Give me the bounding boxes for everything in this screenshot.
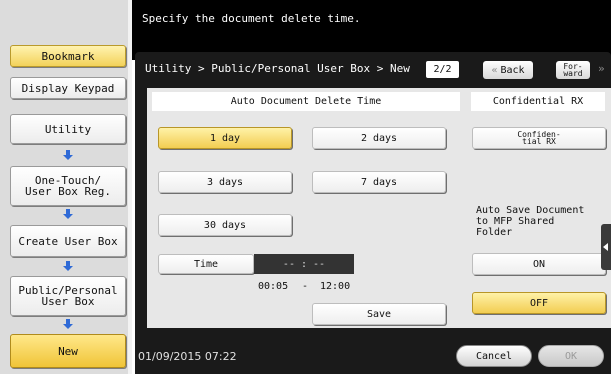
time-button[interactable]: Time — [158, 254, 254, 274]
auto-save-description: Auto Save Document to MFP Shared Folder — [476, 205, 585, 238]
message-bar: Specify the document delete time. — [132, 0, 611, 60]
back-label: Back — [500, 64, 525, 76]
datetime-display: 01/09/2015 07:22 — [138, 350, 237, 363]
step-create-user-box[interactable]: Create User Box — [10, 225, 126, 257]
option-7-days[interactable]: 7 days — [312, 171, 446, 193]
confidential-rx-title: Confidential RX — [471, 92, 605, 111]
forward-label: For- ward — [563, 62, 583, 78]
flow-arrow-icon — [63, 209, 73, 219]
step-new[interactable]: New — [10, 334, 126, 368]
side-panel-tab[interactable] — [601, 224, 611, 270]
confidential-rx-button[interactable]: Confiden- tial RX — [472, 127, 606, 149]
time-range-separator: - — [302, 281, 309, 292]
flow-arrow-icon — [63, 261, 73, 271]
breadcrumb: Utility > Public/Personal User Box > New — [145, 62, 410, 75]
display-keypad-button[interactable]: Display Keypad — [10, 77, 126, 99]
option-2-days[interactable]: 2 days — [312, 127, 446, 149]
confidential-rx-label: Confiden- tial RX — [517, 130, 561, 146]
save-button[interactable]: Save — [312, 303, 446, 325]
back-button[interactable]: « Back — [483, 61, 533, 79]
step-utility[interactable]: Utility — [10, 114, 126, 144]
bookmark-button[interactable]: Bookmark — [10, 45, 126, 67]
page-indicator: 2/2 — [426, 61, 459, 78]
step-one-touch-user-box-reg[interactable]: One-Touch/ User Box Reg. — [10, 166, 126, 206]
cancel-button[interactable]: Cancel — [456, 345, 532, 367]
option-1-day[interactable]: 1 day — [158, 127, 292, 149]
delete-time-title: Auto Document Delete Time — [152, 92, 460, 111]
time-display: -- : -- — [254, 254, 354, 274]
double-chevron-right-icon: » — [598, 62, 605, 75]
option-30-days[interactable]: 30 days — [158, 214, 292, 236]
left-sidebar: Bookmark Display Keypad Utility One-Touc… — [0, 0, 132, 374]
step-public-personal-user-box[interactable]: Public/Personal User Box — [10, 276, 126, 316]
double-chevron-left-icon: « — [491, 64, 498, 76]
ok-button[interactable]: OK — [538, 345, 604, 367]
time-range-min: 00:05 — [258, 281, 289, 292]
time-range-max: 12:00 — [320, 281, 351, 292]
auto-save-off-button[interactable]: OFF — [472, 292, 606, 314]
option-3-days[interactable]: 3 days — [158, 171, 292, 193]
auto-save-on-button[interactable]: ON — [472, 253, 606, 275]
flow-arrow-icon — [63, 319, 73, 329]
flow-arrow-icon — [63, 150, 73, 160]
instruction-message: Specify the document delete time. — [142, 12, 361, 25]
forward-button[interactable]: For- ward — [556, 61, 590, 79]
